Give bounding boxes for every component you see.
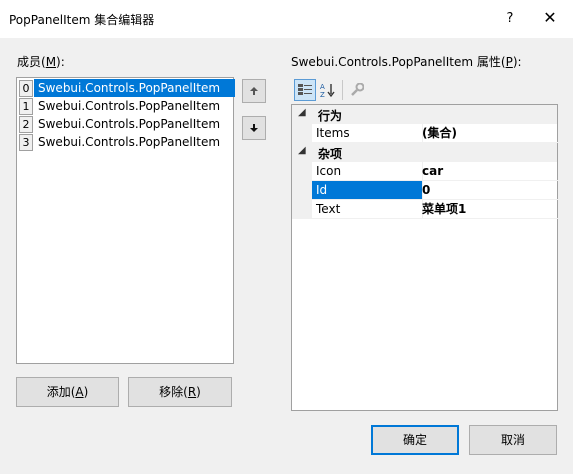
category-header[interactable]: ◢ 行为 — [292, 105, 557, 124]
property-value[interactable]: 菜单项1 — [419, 200, 560, 219]
members-label-end: ): — [56, 55, 65, 69]
svg-text:A: A — [320, 83, 325, 91]
members-label: 成员(M): — [17, 53, 65, 70]
item-text: Swebui.Controls.PopPanelItem — [34, 79, 235, 97]
property-value[interactable]: (集合) — [419, 124, 560, 143]
item-index: 0 — [19, 80, 33, 97]
add-accesskey: A — [75, 385, 84, 399]
properties-label: Swebui.Controls.PopPanelItem 属性(P): — [291, 53, 522, 70]
item-text: Swebui.Controls.PopPanelItem — [38, 135, 221, 149]
add-label: 添加( — [46, 385, 76, 399]
alphabetical-icon: A Z — [320, 83, 335, 98]
help-button[interactable]: ? — [498, 8, 522, 30]
properties-label-end: ): — [512, 55, 522, 69]
property-name: Items — [312, 124, 423, 143]
members-label-accesskey: M — [45, 55, 57, 69]
property-pages-button[interactable] — [346, 79, 368, 101]
ok-button[interactable]: 确定 — [371, 425, 459, 455]
remove-button[interactable]: 移除(R) — [128, 377, 232, 407]
list-item[interactable]: 1 Swebui.Controls.PopPanelItem — [17, 97, 233, 115]
properties-label-text: Swebui.Controls.PopPanelItem 属性( — [291, 55, 506, 69]
cancel-button[interactable]: 取消 — [469, 425, 557, 455]
row-margin — [292, 181, 312, 200]
window-title: PopPanelItem 集合编辑器 — [9, 13, 155, 27]
item-index: 1 — [19, 98, 33, 115]
category-header[interactable]: ◢ 杂项 — [292, 143, 557, 162]
row-margin — [292, 200, 312, 219]
members-label-text: 成员( — [17, 55, 46, 69]
property-row[interactable]: Icon car — [292, 162, 560, 181]
collapse-icon[interactable]: ◢ — [298, 145, 306, 156]
add-button[interactable]: 添加(A) — [16, 377, 119, 407]
move-up-icon — [250, 87, 258, 95]
categorized-button[interactable] — [294, 79, 316, 101]
property-value[interactable]: car — [419, 162, 560, 181]
categorized-icon — [298, 84, 312, 95]
alphabetical-button[interactable]: A Z — [317, 79, 339, 101]
property-row[interactable]: Items (集合) — [292, 124, 560, 143]
members-list[interactable]: 0 Swebui.Controls.PopPanelItem 1 Swebui.… — [16, 77, 235, 364]
close-button[interactable]: ✕ — [538, 7, 562, 29]
list-item[interactable]: 2 Swebui.Controls.PopPanelItem — [17, 115, 233, 133]
remove-accesskey: R — [187, 385, 197, 399]
property-name: Id — [312, 181, 423, 200]
item-index: 3 — [19, 134, 33, 151]
svg-text:Z: Z — [320, 91, 325, 98]
category-name: 行为 — [318, 109, 343, 123]
move-down-icon — [250, 124, 258, 132]
row-margin — [292, 162, 312, 181]
property-name: Text — [312, 200, 423, 219]
item-text: Swebui.Controls.PopPanelItem — [38, 117, 221, 131]
move-down-button[interactable] — [242, 116, 266, 140]
properties-label-accesskey: P — [505, 55, 513, 69]
property-pages-icon — [351, 83, 364, 96]
property-value[interactable]: 0 — [419, 181, 560, 200]
row-margin — [292, 124, 312, 143]
item-index: 2 — [19, 116, 33, 133]
list-item[interactable]: 3 Swebui.Controls.PopPanelItem — [17, 133, 233, 151]
toolbar-separator — [342, 80, 343, 100]
category-name: 杂项 — [318, 147, 343, 161]
property-name: Icon — [312, 162, 423, 181]
property-row[interactable]: Text 菜单项1 — [292, 200, 560, 219]
remove-label: 移除( — [159, 385, 188, 399]
collapse-icon[interactable]: ◢ — [298, 107, 306, 118]
move-up-button[interactable] — [242, 79, 266, 103]
list-item[interactable]: 0 Swebui.Controls.PopPanelItem — [17, 79, 235, 97]
property-row[interactable]: Id 0 — [292, 181, 560, 200]
add-label-end: ) — [83, 385, 89, 399]
property-grid[interactable]: ◢ 行为 Items (集合) ◢ 杂项 Icon car Id 0 Text … — [291, 104, 560, 411]
item-text: Swebui.Controls.PopPanelItem — [38, 99, 221, 113]
remove-label-end: ) — [196, 385, 201, 399]
